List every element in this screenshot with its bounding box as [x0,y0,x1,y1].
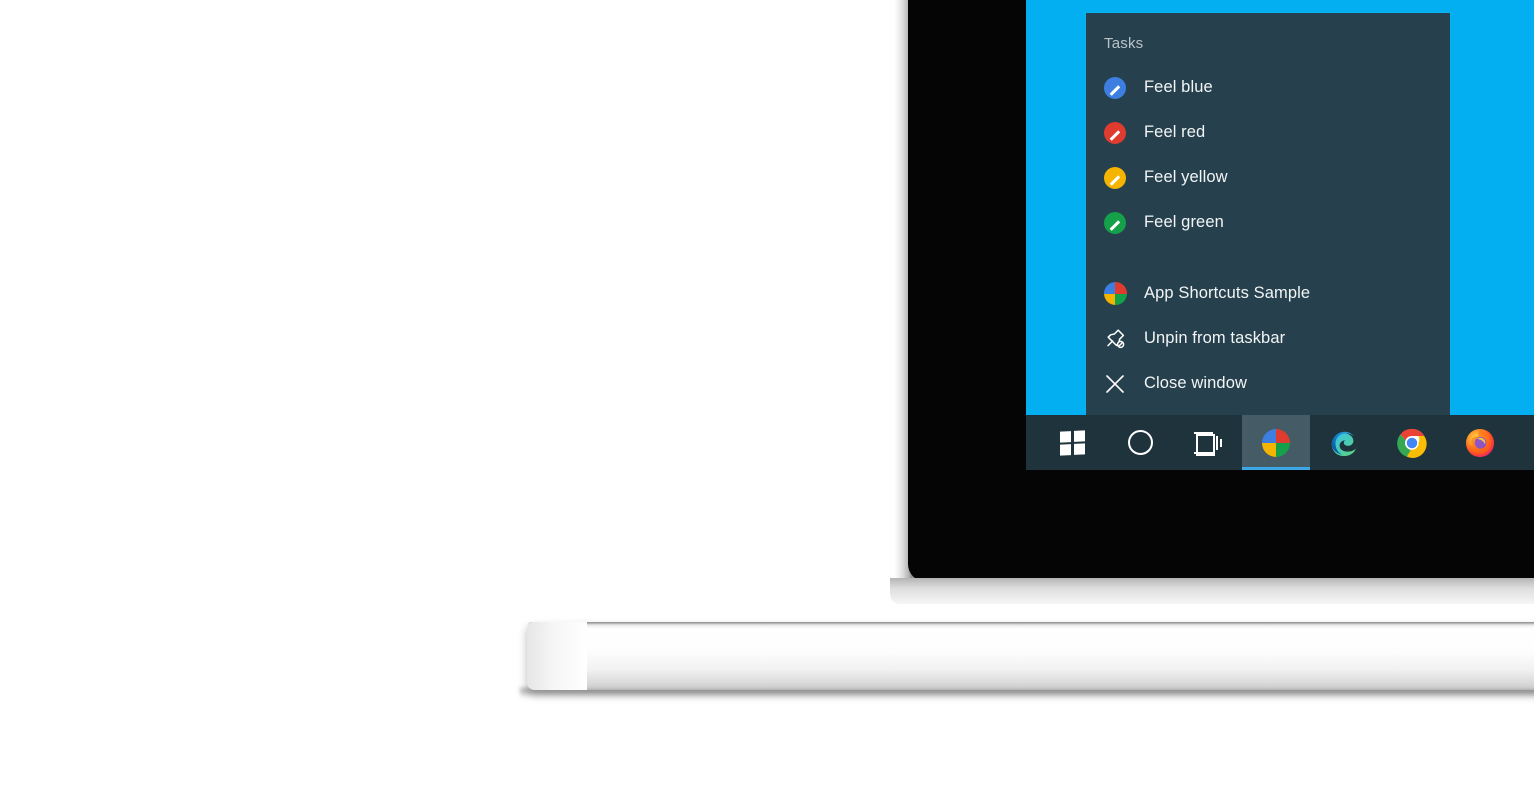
jump-list-divider [1086,245,1450,271]
windows-taskbar[interactable] [1026,415,1534,470]
task-view-button[interactable] [1174,415,1242,470]
pencil-circle-icon [1102,210,1128,236]
jump-list-item-label: Unpin from taskbar [1144,329,1286,347]
jump-list-item-unpin-from-taskbar[interactable]: Unpin from taskbar [1086,316,1450,361]
taskbar-button-app-shortcuts-sample[interactable] [1242,415,1310,470]
unpin-icon [1102,326,1128,352]
jump-list-item-label: App Shortcuts Sample [1144,284,1311,302]
pencil-circle-icon [1102,120,1128,146]
jump-list-item-close-window[interactable]: Close window [1086,361,1450,406]
jump-list-item-feel-red[interactable]: Feel red [1086,110,1450,155]
chrome-icon [1397,428,1427,458]
pencil-circle-icon [1102,165,1128,191]
jump-list-item-feel-blue[interactable]: Feel blue [1086,65,1450,110]
app-pie-icon [1102,281,1128,307]
laptop-screen: Tasks Feel blue Feel red Feel yellow Fee… [1026,0,1534,470]
laptop-scene: Tasks Feel blue Feel red Feel yellow Fee… [0,0,1534,805]
jump-list-item-app-shortcuts-sample[interactable]: App Shortcuts Sample [1086,271,1450,316]
search-button[interactable] [1106,415,1174,470]
jump-list-item-label: Feel green [1144,213,1224,231]
taskbar-button-firefox[interactable] [1446,415,1514,470]
taskbar-button-chrome[interactable] [1378,415,1446,470]
laptop-base [527,622,1534,690]
jump-list-item-label: Feel blue [1144,78,1213,96]
windows-logo-icon [1059,429,1085,456]
jump-list-item-feel-green[interactable]: Feel green [1086,200,1450,245]
laptop-base-left-cap [527,622,587,690]
jump-list-item-label: Feel yellow [1144,168,1228,186]
jump-list-menu[interactable]: Tasks Feel blue Feel red Feel yellow Fee… [1086,13,1450,415]
start-button[interactable] [1038,415,1106,470]
firefox-icon [1465,428,1495,457]
task-view-icon [1194,431,1222,456]
search-ring-icon [1127,430,1153,455]
pencil-circle-icon [1102,75,1128,101]
taskbar-button-edge[interactable] [1310,415,1378,470]
jump-list-item-label: Close window [1144,374,1247,392]
close-icon [1102,371,1128,397]
laptop-hinge [890,578,1534,604]
jump-list-item-label: Feel red [1144,123,1206,141]
jump-list-header: Tasks [1104,35,1144,52]
edge-icon [1331,431,1357,456]
jump-list-tasks-group: Feel blue Feel red Feel yellow Feel gree… [1086,65,1450,245]
desktop-wallpaper: Tasks Feel blue Feel red Feel yellow Fee… [1026,0,1534,415]
jump-list-item-feel-yellow[interactable]: Feel yellow [1086,155,1450,200]
jump-list-commands-group: App Shortcuts Sample Unpin from taskbar [1086,271,1450,406]
app-pie-icon [1262,428,1290,457]
